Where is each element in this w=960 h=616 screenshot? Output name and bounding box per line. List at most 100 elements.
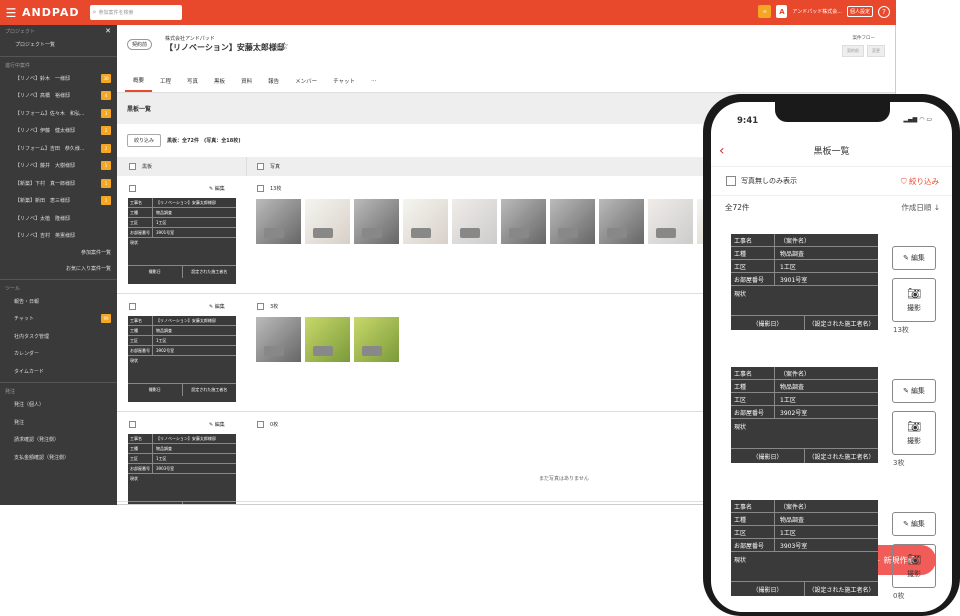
mobile-blackboard: 工事名 （案件名） 工種 物品調査 工区 1工区 お部屋番号 3903号室 現状 （撮影日） （設定… [731, 500, 878, 596]
board-label: 工事名 [731, 367, 775, 379]
edit-button[interactable]: ✎ 編集 [209, 303, 225, 310]
tab-4[interactable]: 資料 [233, 70, 260, 92]
sidebar-item-order[interactable]: 発注（個人） [0, 396, 117, 414]
sidebar-item-project[interactable]: 【リノベ】伊藤 健太様邸 2 [0, 122, 117, 140]
sidebar-item-project[interactable]: 【リノベ】吉村 英憲様邸 [0, 227, 117, 245]
mobile-shoot-button[interactable]: 📷︎ 撮影 [892, 278, 936, 322]
sidebar-item-label: チャット [14, 316, 34, 323]
board-footer: （撮影日） （設定された施工者名） [731, 582, 878, 596]
edit-button[interactable]: ✎ 編集 [209, 421, 225, 428]
board-label: 工事名 [128, 434, 153, 443]
photo-thumbnail[interactable] [256, 199, 301, 244]
photo-thumbnail[interactable] [256, 317, 301, 362]
company-name[interactable]: アンドパッド株式会... [792, 8, 842, 15]
photo-none-checkbox[interactable] [726, 176, 736, 186]
sidebar-item-tool[interactable]: 報告・日報 [0, 293, 117, 311]
search-input[interactable]: ⌕ 参加案件を検索 [89, 5, 182, 20]
photo-thumbnail[interactable] [648, 199, 693, 244]
sidebar-item-project[interactable]: 【新築】新田 恵三様邸 1 [0, 192, 117, 210]
board-label: お部屋番号 [731, 273, 775, 285]
filter-button[interactable]: 絞り込み [127, 134, 162, 147]
sidebar-item-tool[interactable]: 社内タスク管理 [0, 328, 117, 346]
sidebar-item-label: 【リノベ】吉村 英憲様邸 [15, 233, 76, 240]
mobile-title: 黒板一覧 [813, 147, 850, 157]
col-photo: 写真 [270, 164, 281, 170]
close-icon[interactable]: ✕ [105, 27, 111, 35]
sidebar-link-joined[interactable]: 参加案件一覧 [0, 245, 117, 261]
sidebar-item-project[interactable]: 【リノベ】藤井 大樹様邸 1 [0, 157, 117, 175]
photo-checkbox[interactable] [257, 303, 264, 310]
row-checkbox[interactable] [129, 303, 136, 310]
photo-thumbnail[interactable] [354, 317, 399, 362]
star-icon[interactable]: ☆ [280, 41, 289, 52]
board-date: 撮影日 [128, 384, 183, 396]
tab-8[interactable]: ··· [363, 70, 384, 92]
board-row: 工区 1工区 [128, 218, 236, 228]
sidebar-item-tool[interactable]: チャット 99 [0, 310, 117, 328]
notification-icon[interactable]: ✉ [758, 5, 772, 18]
edit-button[interactable]: ✎ 編集 [209, 185, 225, 192]
mobile-filter-button[interactable]: ⛉ 絞り込み [901, 176, 939, 187]
sidebar-item-order[interactable]: 発注 [0, 414, 117, 432]
mobile-edit-button[interactable]: ✎ 編集 [892, 246, 936, 270]
mobile-edit-button[interactable]: ✎ 編集 [892, 512, 936, 536]
sidebar-item-project[interactable]: 【リフォーム】佐々木 和弘... 3 [0, 105, 117, 123]
sidebar-link-favorites[interactable]: お気に入り案件一覧 [0, 261, 117, 277]
tab-7[interactable]: チャット [325, 70, 363, 92]
photo-thumbnail[interactable] [599, 199, 644, 244]
photo-thumbnail[interactable] [403, 199, 448, 244]
board-label: 工事名 [128, 198, 153, 207]
sidebar-item-project-list[interactable]: プロジェクト一覧 [0, 36, 117, 54]
tab-2[interactable]: 写真 [179, 70, 206, 92]
sidebar-item-label: 【新築】下村 真一郎様邸 [15, 180, 76, 187]
photo-thumbnail[interactable] [305, 199, 350, 244]
mobile-count: 全72件 [725, 203, 750, 212]
select-all-checkbox[interactable] [129, 163, 136, 170]
tab-3[interactable]: 黒板 [206, 70, 233, 92]
sidebar-item-order[interactable]: 請求確認（発注側） [0, 431, 117, 449]
sidebar-item-project[interactable]: 【リノベ】高橋 裕様邸 4 [0, 87, 117, 105]
count-badge: 1 [101, 161, 111, 170]
sidebar-section-active: 進行中案件 [5, 62, 31, 69]
count-badge: 30 [101, 73, 111, 83]
tab-1[interactable]: 工程 [152, 70, 179, 92]
mobile-shoot-button[interactable]: 📷︎ 撮影 [892, 544, 936, 588]
sidebar-item-project[interactable]: 【リノベ】鈴木 一様邸 30 [0, 70, 117, 88]
photo-thumbnail[interactable] [501, 199, 546, 244]
sidebar-item-label: 【リフォーム】吉田 恭久様... [15, 145, 85, 152]
tab-5[interactable]: 報告 [260, 70, 287, 92]
row-checkbox[interactable] [129, 185, 136, 192]
personal-settings-button[interactable]: 個人設定 [846, 6, 873, 17]
photo-checkbox[interactable] [257, 421, 264, 428]
photo-thumbnail[interactable] [550, 199, 595, 244]
board-value: 【リノベーション】安藤太郎様邸 [156, 199, 216, 205]
sidebar-item-tool[interactable]: タイムカード [0, 363, 117, 381]
sidebar-item-tool[interactable]: カレンダー [0, 345, 117, 363]
board-value: 1工区 [780, 263, 796, 271]
mobile-edit-button[interactable]: ✎ 編集 [892, 379, 936, 403]
photo-thumbnail[interactable] [452, 199, 497, 244]
photo-checkbox[interactable] [257, 185, 264, 192]
photo-thumbnail[interactable] [305, 317, 350, 362]
pencil-icon: ✎ [903, 520, 909, 528]
mobile-blackboard: 工事名 （案件名） 工種 物品調査 工区 1工区 お部屋番号 3902号室 現状 （撮影日） （設定… [731, 367, 878, 463]
board-value: 物品調査 [156, 327, 172, 333]
flow-select[interactable]: 契約前 [842, 45, 864, 57]
help-icon[interactable]: ? [878, 5, 890, 18]
photo-thumbnail[interactable] [354, 199, 399, 244]
sidebar-item-project[interactable]: 【リノベ】太植 隆様邸 [0, 210, 117, 228]
sort-button[interactable]: 作成日順 ↓ [901, 202, 940, 213]
board-value: 3901号室 [156, 229, 175, 235]
flow-change-button[interactable]: 変更 [867, 45, 885, 57]
sidebar-item-project[interactable]: 【新築】下村 真一郎様邸 1 [0, 175, 117, 193]
mobile-shoot-button[interactable]: 📷︎ 撮影 [892, 411, 936, 455]
board-label: 工事名 [128, 316, 153, 325]
sidebar-item-label: タイムカード [14, 368, 44, 375]
row-checkbox[interactable] [129, 421, 136, 428]
tab-0[interactable]: 概要 [125, 70, 153, 92]
sidebar-item-project[interactable]: 【リフォーム】吉田 恭久様... 2 [0, 140, 117, 158]
tab-6[interactable]: メンバー [287, 70, 325, 92]
select-all-photo-checkbox[interactable] [257, 163, 264, 170]
menu-icon[interactable]: ☰ [0, 6, 22, 20]
sidebar-item-order[interactable]: 支払金額確認（発注側） [0, 449, 117, 467]
